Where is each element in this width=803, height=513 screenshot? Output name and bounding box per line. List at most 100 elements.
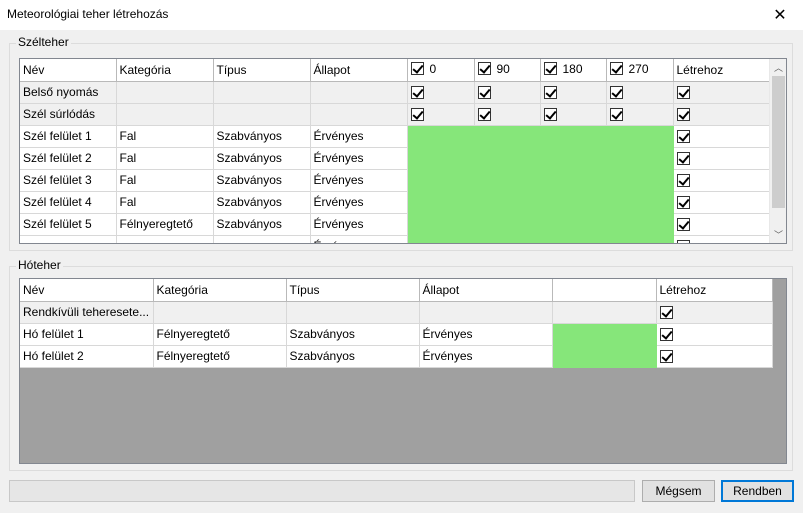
cell-name[interactable]: Belső nyomás (20, 81, 117, 104)
cell-direction[interactable] (540, 213, 607, 236)
checkbox-icon[interactable] (676, 86, 690, 100)
cell-direction[interactable] (407, 169, 475, 192)
cell-direction[interactable] (474, 125, 541, 148)
cell-status[interactable]: Érvényes (419, 345, 553, 368)
col-header-status[interactable]: Állapot (419, 279, 553, 302)
cell-valid[interactable] (552, 301, 657, 324)
cell-status[interactable]: Érvényes (310, 213, 408, 236)
cell-type[interactable] (213, 103, 311, 126)
cell-direction[interactable] (606, 235, 674, 243)
checkbox-icon[interactable] (676, 108, 690, 122)
col-header-name[interactable]: Név (20, 279, 154, 302)
close-icon[interactable]: ✕ (757, 0, 803, 30)
col-header-type[interactable]: Típus (213, 59, 311, 82)
cell-name[interactable]: Hó felület 1 (20, 323, 154, 346)
cell-direction[interactable] (407, 147, 475, 170)
checkbox-icon[interactable] (410, 108, 424, 122)
cell-name[interactable]: Szél felület 1 (20, 125, 117, 148)
checkbox-icon[interactable] (410, 86, 424, 100)
cell-type[interactable]: Szabványos (213, 147, 311, 170)
cell-status[interactable]: Érvényes (310, 147, 408, 170)
cell-direction[interactable] (474, 191, 541, 214)
cancel-button[interactable]: Mégsem (642, 480, 715, 502)
cell-direction[interactable] (606, 169, 674, 192)
cell-create[interactable] (673, 103, 772, 126)
cell-direction[interactable] (474, 81, 541, 104)
cell-direction[interactable] (606, 103, 674, 126)
checkbox-icon[interactable] (676, 152, 690, 166)
cell-category[interactable]: Fal (116, 169, 214, 192)
cell-type[interactable] (213, 81, 311, 104)
checkbox-icon[interactable] (477, 108, 491, 122)
cell-category[interactable] (116, 81, 214, 104)
cell-status[interactable] (419, 301, 553, 324)
cell-create[interactable] (673, 235, 772, 243)
col-header-dir-0[interactable]: 0 (407, 59, 475, 82)
cell-status[interactable]: Érvényes (310, 125, 408, 148)
cell-status[interactable] (310, 103, 408, 126)
table-row[interactable]: Rendkívüli teheresete... (20, 301, 773, 324)
cell-type[interactable]: Szabványos (286, 345, 420, 368)
cell-status[interactable] (310, 81, 408, 104)
snow-grid[interactable]: Név Kategória Típus Állapot Létrehoz Ren… (19, 278, 787, 464)
cell-status[interactable]: Érvényes (310, 169, 408, 192)
cell-direction[interactable] (606, 81, 674, 104)
wind-vertical-scrollbar[interactable]: ︿ ﹀ (769, 59, 786, 243)
cell-direction[interactable] (540, 81, 607, 104)
table-row[interactable]: Szél felület 3 Fal Szabványos Érvényes (20, 169, 772, 192)
table-row[interactable]: Hó felület 1 Félnyeregtető Szabványos Érvén… (20, 323, 773, 346)
col-header-status[interactable]: Állapot (310, 59, 408, 82)
col-header-category[interactable]: Kategória (116, 59, 214, 82)
table-row[interactable]: Érvényes (20, 235, 772, 243)
cell-name[interactable]: Szél felület 3 (20, 169, 117, 192)
col-header-dir-90[interactable]: 90 (474, 59, 541, 82)
cell-name[interactable]: Rendkívüli teheresete... (20, 301, 154, 324)
checkbox-icon[interactable] (676, 196, 690, 210)
cell-create[interactable] (673, 191, 772, 214)
chevron-up-icon[interactable]: ︿ (770, 59, 786, 76)
col-header-name[interactable]: Név (20, 59, 117, 82)
scrollbar-thumb[interactable] (772, 76, 785, 208)
cell-type[interactable]: Szabványos (213, 213, 311, 236)
cell-type[interactable] (286, 301, 420, 324)
cell-name[interactable] (20, 235, 117, 243)
cell-create[interactable] (673, 125, 772, 148)
cell-direction[interactable] (606, 147, 674, 170)
cell-create[interactable] (673, 147, 772, 170)
cell-create[interactable] (656, 301, 773, 324)
cell-category[interactable] (116, 235, 214, 243)
checkbox-icon[interactable] (609, 86, 623, 100)
cell-category[interactable]: Fal (116, 147, 214, 170)
cell-direction[interactable] (606, 191, 674, 214)
cell-create[interactable] (673, 213, 772, 236)
checkbox-icon[interactable] (659, 306, 673, 320)
cell-direction[interactable] (474, 169, 541, 192)
col-header-dir-180[interactable]: 180 (540, 59, 607, 82)
cell-category[interactable]: Fal (116, 191, 214, 214)
cell-direction[interactable] (540, 169, 607, 192)
cell-direction[interactable] (540, 191, 607, 214)
cell-category[interactable]: Félnyeregtető (116, 213, 214, 236)
checkbox-icon[interactable] (676, 130, 690, 144)
cell-direction[interactable] (540, 235, 607, 243)
cell-create[interactable] (656, 345, 773, 368)
cell-create[interactable] (673, 81, 772, 104)
table-row[interactable]: Hó felület 2 Félnyeregtető Szabványos Érvén… (20, 345, 773, 368)
cell-create[interactable] (673, 169, 772, 192)
cell-name[interactable]: Hó felület 2 (20, 345, 154, 368)
cell-direction[interactable] (407, 191, 475, 214)
col-header-type[interactable]: Típus (286, 279, 420, 302)
cell-category[interactable]: Fal (116, 125, 214, 148)
cell-direction[interactable] (474, 103, 541, 126)
cell-direction[interactable] (606, 125, 674, 148)
cell-status[interactable]: Érvényes (310, 191, 408, 214)
cell-name[interactable]: Szél felület 2 (20, 147, 117, 170)
cell-category[interactable] (116, 103, 214, 126)
checkbox-icon[interactable] (543, 108, 557, 122)
cell-direction[interactable] (474, 147, 541, 170)
table-row[interactable]: Szél felület 5 Félnyeregtető Szabványos Érv… (20, 213, 772, 236)
col-header-create[interactable]: Létrehoz (673, 59, 772, 82)
checkbox-icon[interactable] (543, 62, 557, 75)
cell-direction[interactable] (474, 235, 541, 243)
table-row[interactable]: Szél felület 4 Fal Szabványos Érvényes (20, 191, 772, 214)
